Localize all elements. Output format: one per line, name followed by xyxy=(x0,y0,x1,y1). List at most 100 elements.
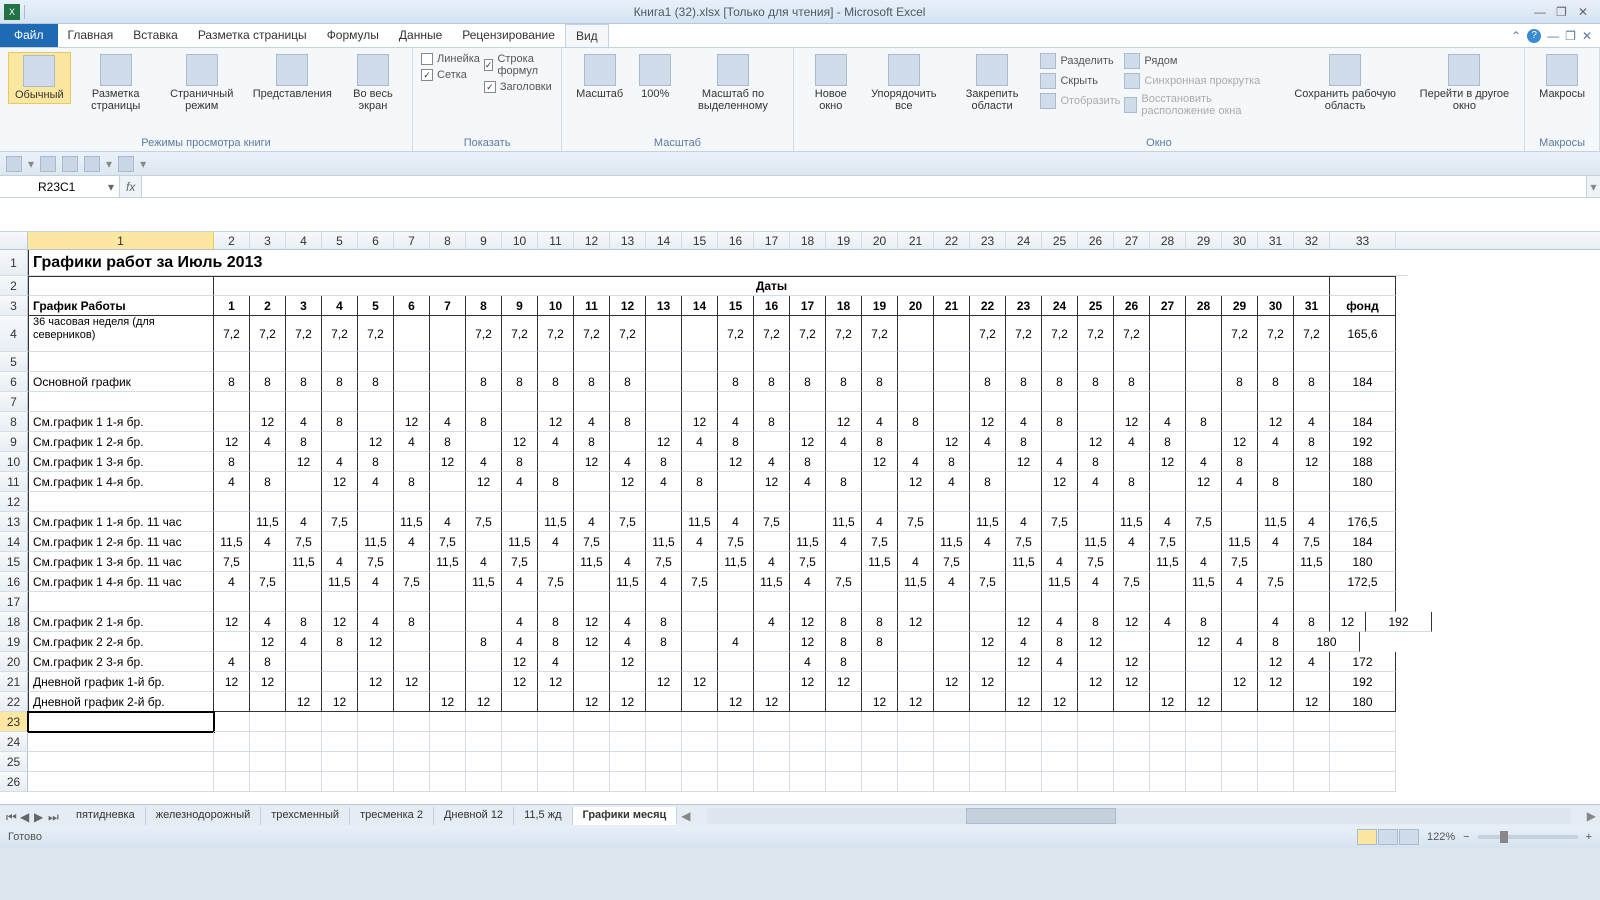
cell-r12c25[interactable] xyxy=(1042,492,1078,512)
col-header-24[interactable]: 24 xyxy=(1006,232,1042,249)
cell-r23c13[interactable] xyxy=(610,712,646,732)
cell-r18c6[interactable]: 4 xyxy=(358,612,394,632)
cell-r8c31[interactable]: 12 xyxy=(1258,412,1294,432)
cell-r24c2[interactable] xyxy=(214,732,250,752)
cell-day-6[interactable]: 6 xyxy=(394,296,430,316)
row-header-17[interactable]: 17 xyxy=(0,592,28,612)
cell-r21c25[interactable] xyxy=(1042,672,1078,692)
cell-r25c29[interactable] xyxy=(1186,752,1222,772)
row-header-8[interactable]: 8 xyxy=(0,412,28,432)
cell-r13c5[interactable]: 7,5 xyxy=(322,512,358,532)
cell-r10c16[interactable]: 12 xyxy=(718,452,754,472)
cell-r5c18[interactable] xyxy=(790,352,826,372)
cell-r5c4[interactable] xyxy=(286,352,322,372)
cell-r25c22[interactable] xyxy=(934,752,970,772)
cell-r18c19[interactable]: 8 xyxy=(826,612,862,632)
cell-r20c24[interactable]: 12 xyxy=(1006,652,1042,672)
new-window-button[interactable]: Новое окно xyxy=(802,52,860,114)
cell-r23c18[interactable] xyxy=(790,712,826,732)
cell-r19c8[interactable] xyxy=(430,632,466,652)
cell-fund-header[interactable]: фонд xyxy=(1330,296,1396,316)
cell-r4c2[interactable]: 7,2 xyxy=(214,316,250,352)
cell-r23c27[interactable] xyxy=(1114,712,1150,732)
cell-r5c2[interactable] xyxy=(214,352,250,372)
cell-r25-fund[interactable] xyxy=(1330,752,1396,772)
cell-r5c16[interactable] xyxy=(718,352,754,372)
cell-r9c27[interactable]: 4 xyxy=(1114,432,1150,452)
cell-r6c8[interactable] xyxy=(430,372,466,392)
cell-r25c21[interactable] xyxy=(898,752,934,772)
close-icon[interactable]: ✕ xyxy=(1578,5,1596,19)
cell-r21c13[interactable] xyxy=(610,672,646,692)
cell-r23c23[interactable] xyxy=(970,712,1006,732)
cell-r12c4[interactable] xyxy=(286,492,322,512)
cell-r10c21[interactable]: 4 xyxy=(898,452,934,472)
row-header-2[interactable]: 2 xyxy=(0,276,28,296)
cell-r15c12[interactable]: 11,5 xyxy=(574,552,610,572)
cell-r5c29[interactable] xyxy=(1186,352,1222,372)
cell-r15c22[interactable]: 7,5 xyxy=(934,552,970,572)
cell-r20c27[interactable]: 12 xyxy=(1114,652,1150,672)
cell-r6c10[interactable]: 8 xyxy=(502,372,538,392)
cell-r22c9[interactable]: 12 xyxy=(466,692,502,712)
cell-r13c18[interactable] xyxy=(790,512,826,532)
cell-r6c17[interactable]: 8 xyxy=(754,372,790,392)
cell-r22c30[interactable] xyxy=(1222,692,1258,712)
cell-r5c12[interactable] xyxy=(574,352,610,372)
minimize-icon[interactable]: — xyxy=(1534,5,1552,19)
cell-r8c23[interactable]: 12 xyxy=(970,412,1006,432)
cell-r16c6[interactable]: 4 xyxy=(358,572,394,592)
cell-r18c21[interactable]: 12 xyxy=(898,612,934,632)
row-header-20[interactable]: 20 xyxy=(0,652,28,672)
cell-r13c17[interactable]: 7,5 xyxy=(754,512,790,532)
cell-label-r15[interactable]: См.график 1 3-я бр. 11 час xyxy=(28,552,214,572)
cell-r21c9[interactable] xyxy=(466,672,502,692)
cell-r22c24[interactable]: 12 xyxy=(1006,692,1042,712)
row-header-13[interactable]: 13 xyxy=(0,512,28,532)
cell-r21c18[interactable]: 12 xyxy=(790,672,826,692)
cell-r17c3[interactable] xyxy=(250,592,286,612)
cell-r11c16[interactable] xyxy=(718,472,754,492)
cell-r12c7[interactable] xyxy=(394,492,430,512)
cell-r22c13[interactable]: 12 xyxy=(610,692,646,712)
cell-r7c7[interactable] xyxy=(394,392,430,412)
cell-r13c25[interactable]: 7,5 xyxy=(1042,512,1078,532)
cell-r14c23[interactable]: 4 xyxy=(970,532,1006,552)
cell-r15c6[interactable]: 7,5 xyxy=(358,552,394,572)
cell-r12c27[interactable] xyxy=(1114,492,1150,512)
cell-r11c6[interactable]: 4 xyxy=(358,472,394,492)
cell-r9c29[interactable] xyxy=(1186,432,1222,452)
cell-r12c20[interactable] xyxy=(862,492,898,512)
cell-r20c28[interactable] xyxy=(1150,652,1186,672)
cell-r25c6[interactable] xyxy=(358,752,394,772)
cell-r24c12[interactable] xyxy=(574,732,610,752)
cell-r16c18[interactable]: 4 xyxy=(790,572,826,592)
cell-r13c30[interactable] xyxy=(1222,512,1258,532)
cell-r25c8[interactable] xyxy=(430,752,466,772)
cell-r10c28[interactable]: 12 xyxy=(1150,452,1186,472)
cell-r22c32[interactable]: 12 xyxy=(1294,692,1330,712)
cell-r24c4[interactable] xyxy=(286,732,322,752)
cell-r23c2[interactable] xyxy=(214,712,250,732)
cell-r4c12[interactable]: 7,2 xyxy=(574,316,610,352)
cell-r8c15[interactable]: 12 xyxy=(682,412,718,432)
col-header-5[interactable]: 5 xyxy=(322,232,358,249)
cell-r10c14[interactable]: 8 xyxy=(646,452,682,472)
cell-label-r8[interactable]: См.график 1 1-я бр. xyxy=(28,412,214,432)
cell-r4c13[interactable]: 7,2 xyxy=(610,316,646,352)
cell-r7c20[interactable] xyxy=(862,392,898,412)
cell-day-2[interactable]: 2 xyxy=(250,296,286,316)
cell-r13c26[interactable] xyxy=(1078,512,1114,532)
cell-fund-r17[interactable] xyxy=(1330,592,1396,612)
cell-r23c5[interactable] xyxy=(322,712,358,732)
cell-r12c2[interactable] xyxy=(214,492,250,512)
hide-button[interactable]: Скрыть xyxy=(1040,72,1120,90)
cell-r16c31[interactable]: 7,5 xyxy=(1258,572,1294,592)
ruler-checkbox[interactable] xyxy=(421,53,433,65)
cell-r4c7[interactable] xyxy=(394,316,430,352)
cell-r17c2[interactable] xyxy=(214,592,250,612)
cell-r15c8[interactable]: 11,5 xyxy=(430,552,466,572)
cell-r21c7[interactable]: 12 xyxy=(394,672,430,692)
col-header-3[interactable]: 3 xyxy=(250,232,286,249)
cell-r16c25[interactable]: 11,5 xyxy=(1042,572,1078,592)
